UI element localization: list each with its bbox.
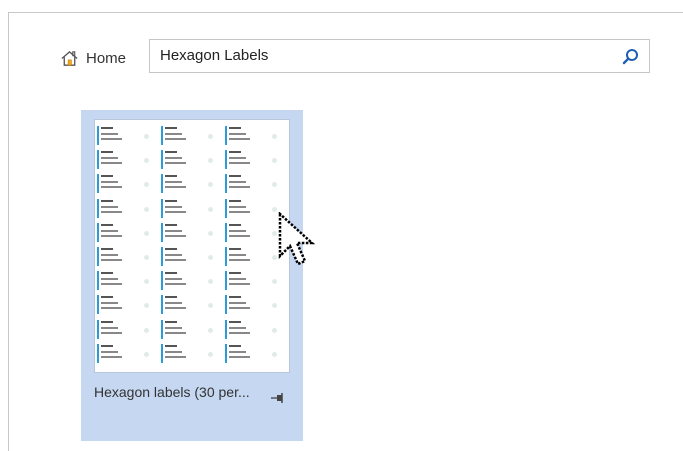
template-tile[interactable]: Hexagon labels (30 per... xyxy=(81,110,303,441)
template-caption: Hexagon labels (30 per... xyxy=(94,384,250,400)
thumbnail-label xyxy=(97,343,155,365)
template-thumbnail xyxy=(95,120,289,372)
home-link[interactable]: Home xyxy=(60,47,126,69)
thumbnail-label xyxy=(161,294,219,316)
thumbnail-label xyxy=(225,149,283,171)
thumbnail-label xyxy=(97,198,155,220)
thumbnail-label xyxy=(97,149,155,171)
thumbnail-label xyxy=(225,270,283,292)
thumbnail-label xyxy=(225,222,283,244)
template-search-box[interactable]: Hexagon Labels xyxy=(149,39,650,73)
thumbnail-label xyxy=(225,198,283,220)
thumbnail-label xyxy=(161,125,219,147)
search-icon[interactable] xyxy=(622,48,639,65)
thumbnail-label xyxy=(97,246,155,268)
thumbnail-label xyxy=(225,319,283,341)
thumbnail-label xyxy=(161,198,219,220)
home-icon xyxy=(61,50,78,66)
thumbnail-label xyxy=(97,173,155,195)
thumbnail-label xyxy=(161,270,219,292)
pin-icon[interactable] xyxy=(270,392,286,404)
home-label: Home xyxy=(86,49,127,67)
thumbnail-label xyxy=(161,319,219,341)
panel-top-border xyxy=(8,12,683,13)
thumbnail-label xyxy=(161,246,219,268)
thumbnail-label xyxy=(225,294,283,316)
mouse-pointer-icon xyxy=(278,212,316,266)
thumbnail-label xyxy=(97,319,155,341)
thumbnail-label xyxy=(161,222,219,244)
thumbnail-label xyxy=(97,270,155,292)
thumbnail-label xyxy=(161,343,219,365)
thumbnail-label xyxy=(225,125,283,147)
thumbnail-label xyxy=(225,343,283,365)
thumbnail-label xyxy=(97,222,155,244)
thumbnail-label xyxy=(225,173,283,195)
thumbnail-label xyxy=(225,246,283,268)
thumbnail-label xyxy=(97,294,155,316)
search-input[interactable]: Hexagon Labels xyxy=(160,40,268,72)
thumbnail-label xyxy=(161,173,219,195)
panel-left-border xyxy=(8,12,9,451)
thumbnail-label xyxy=(161,149,219,171)
thumbnail-label xyxy=(97,125,155,147)
